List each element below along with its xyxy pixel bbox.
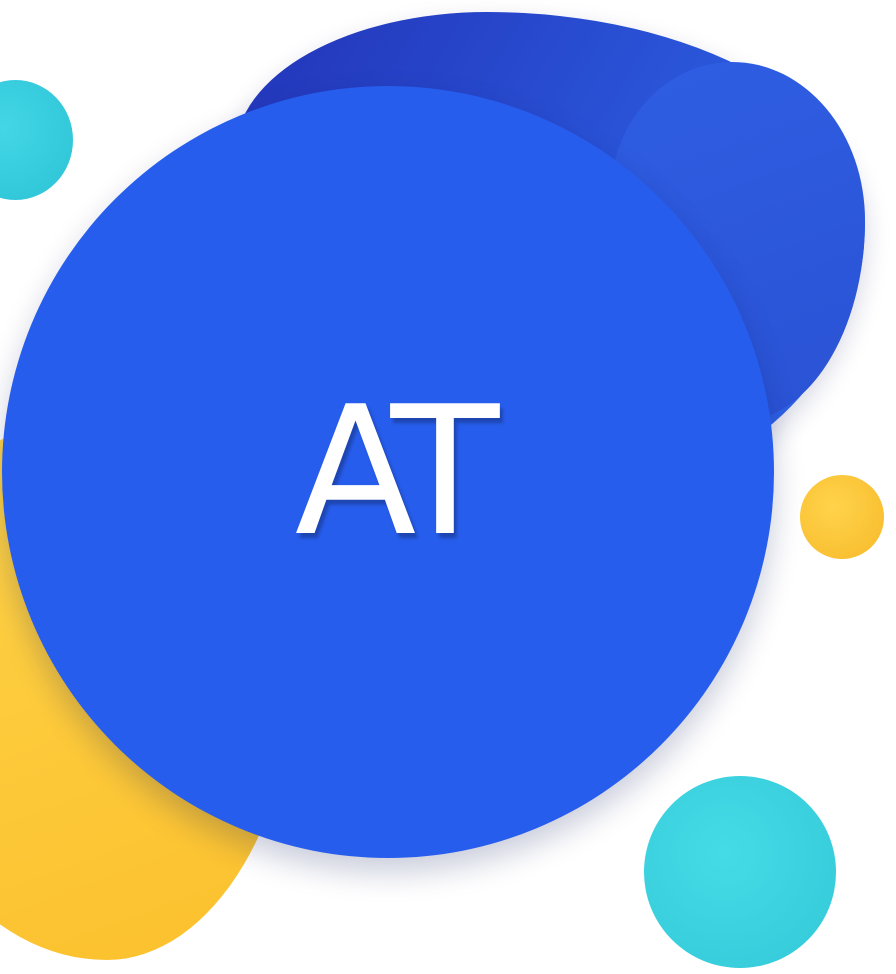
- yellow-dot-decoration: [800, 475, 884, 559]
- teal-dot-bottom-right-decoration: [644, 776, 836, 968]
- avatar-canvas: AT: [0, 0, 896, 974]
- avatar-initials: AT: [294, 368, 500, 575]
